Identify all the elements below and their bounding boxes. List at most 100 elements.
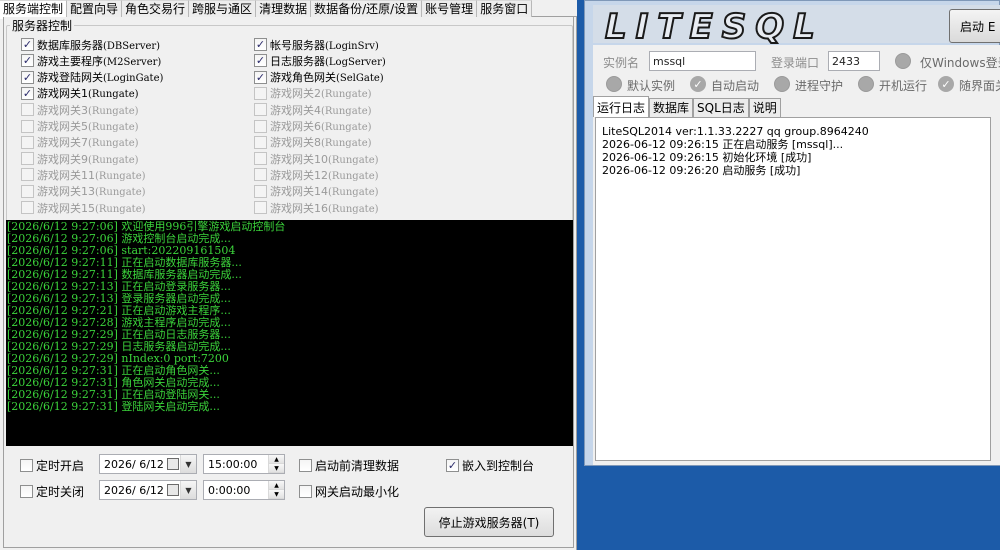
service-checkbox[interactable]: ✓ 日志服务器(LogServer) xyxy=(254,53,386,68)
checkbox-box[interactable] xyxy=(299,459,312,472)
service-checkbox[interactable]: ✓ 数据库服务器(DBServer) xyxy=(21,37,160,52)
tab-clear-data[interactable]: 清理数据 xyxy=(256,0,312,17)
service-process: (Rungate) xyxy=(88,89,139,101)
main-tab-bar: 服务端控制 配置向导 角色交易行 跨服与通区 清理数据 数据备份/还原/设置 账… xyxy=(0,0,577,19)
service-checkbox: 游戏网关3(Rungate) xyxy=(21,102,139,117)
checkbox-box[interactable]: ✓ xyxy=(254,54,267,68)
chevron-down-icon[interactable]: ▼ xyxy=(180,481,196,499)
time-spinner[interactable]: ▲ ▼ xyxy=(268,455,284,473)
checkbox-box xyxy=(21,168,34,182)
service-checkbox: 游戏网关5(Rungate) xyxy=(21,119,139,134)
service-process: (LogServer) xyxy=(325,56,386,68)
checkbox-box[interactable]: ✓ xyxy=(254,70,267,84)
checkbox-box xyxy=(21,152,34,166)
port-input[interactable]: 2433 xyxy=(828,51,880,71)
checkbox-box[interactable]: ✓ xyxy=(254,38,267,51)
checkbox-box[interactable]: ✓ xyxy=(21,38,34,51)
service-process: (Rungate) xyxy=(321,89,372,101)
checkbox-box[interactable] xyxy=(20,459,33,472)
checkbox-box[interactable]: ✓ xyxy=(21,86,34,100)
service-name: 游戏网关11 xyxy=(37,168,95,182)
game-console-window: 服务端控制 配置向导 角色交易行 跨服与通区 清理数据 数据备份/还原/设置 账… xyxy=(0,0,577,550)
service-name: 数据库服务器 xyxy=(37,38,103,52)
port-label: 登录端口 xyxy=(771,56,820,70)
boot-run-radio-icon[interactable] xyxy=(858,76,874,92)
service-checkbox: 游戏网关14(Rungate) xyxy=(254,184,379,199)
service-name: 游戏主要程序 xyxy=(37,54,103,68)
stop-time-input[interactable]: 0:00:00 ▲ ▼ xyxy=(203,480,285,500)
server-control-panel: 服务器控制 ✓ 数据库服务器(DBServer) ✓ 帐号服务器(LoginSrv) ✓… xyxy=(3,17,574,548)
litesql-tab-bar: 运行日志 数据库 SQL日志 说明 xyxy=(593,96,781,117)
log-line: 2026-06-12 09:26:15 正在启动服务 [mssql]... xyxy=(602,138,844,151)
tab-help[interactable]: 说明 xyxy=(748,98,781,117)
checkbox-box[interactable]: ✓ xyxy=(21,70,34,84)
service-name: 游戏网关7 xyxy=(37,136,88,150)
logo-banner: LITESQL 启动 E xyxy=(593,5,1000,48)
service-checkbox: 游戏网关8(Rungate) xyxy=(254,135,372,150)
start-date-picker[interactable]: 2026/ 6/12 ▼ xyxy=(99,454,197,474)
process-guard-radio-icon[interactable] xyxy=(774,76,790,92)
start-service-button[interactable]: 启动 E xyxy=(949,9,1000,43)
service-process: (DBServer) xyxy=(103,40,161,52)
service-name: 游戏网关12 xyxy=(270,168,328,182)
tab-account-manage[interactable]: 账号管理 xyxy=(422,0,478,17)
default-instance-radio-icon[interactable] xyxy=(606,76,622,92)
service-process: (Rungate) xyxy=(88,105,139,117)
service-name: 游戏角色网关 xyxy=(270,71,336,85)
service-label: 游戏主要程序(M2Server) xyxy=(37,53,161,69)
default-instance-label: 默认实例 xyxy=(627,79,676,93)
clear-before-start-checkbox[interactable]: 启动前清理数据 xyxy=(299,457,399,474)
checkbox-box xyxy=(254,135,267,149)
log-line: LiteSQL2014 ver:1.1.33.2227 qq group.896… xyxy=(602,125,869,138)
checkbox-box[interactable] xyxy=(20,485,33,498)
timed-start-checkbox[interactable]: 定时开启 xyxy=(20,457,84,474)
service-checkbox: 游戏网关11(Rungate) xyxy=(21,167,146,182)
service-process: (LoginGate) xyxy=(103,73,164,85)
gate-minimize-checkbox[interactable]: 网关启动最小化 xyxy=(299,483,399,500)
service-checkbox[interactable]: ✓ 帐号服务器(LoginSrv) xyxy=(254,37,379,52)
checkbox-box[interactable]: ✓ xyxy=(446,459,459,472)
tab-role-trade[interactable]: 角色交易行 xyxy=(122,0,190,17)
checkbox-box xyxy=(21,184,34,198)
instance-input[interactable]: mssql xyxy=(649,51,756,71)
stop-date-picker[interactable]: 2026/ 6/12 ▼ xyxy=(99,480,197,500)
console-line: [2026/6/12 9:27:31] 登陆网关启动完成... xyxy=(7,400,220,413)
service-label: 游戏网关7(Rungate) xyxy=(37,134,139,150)
service-checkbox[interactable]: ✓ 游戏主要程序(M2Server) xyxy=(21,53,161,68)
service-name: 日志服务器 xyxy=(270,54,325,68)
service-label: 游戏网关3(Rungate) xyxy=(37,102,139,118)
tab-service-window[interactable]: 服务窗口 xyxy=(477,0,533,17)
service-checkbox[interactable]: ✓ 游戏登陆网关(LoginGate) xyxy=(21,70,163,85)
checkbox-box[interactable]: ✓ xyxy=(21,54,34,68)
run-log-panel: LiteSQL2014 ver:1.1.33.2227 qq group.896… xyxy=(595,117,991,461)
service-process: (Rungate) xyxy=(328,170,379,182)
service-name: 游戏登陆网关 xyxy=(37,71,103,85)
tab-run-log[interactable]: 运行日志 xyxy=(593,96,650,117)
litesql-logo: LITESQL xyxy=(604,6,824,48)
checkbox-box[interactable] xyxy=(299,485,312,498)
time-spinner[interactable]: ▲ ▼ xyxy=(268,481,284,499)
embed-console-checkbox[interactable]: ✓ 嵌入到控制台 xyxy=(446,457,534,474)
service-label: 日志服务器(LogServer) xyxy=(270,53,386,69)
tab-cross-server[interactable]: 跨服与通区 xyxy=(189,0,257,17)
close-with-ui-label: 随界面关 xyxy=(959,79,1000,93)
service-checkbox: 游戏网关16(Rungate) xyxy=(254,200,379,215)
tab-sql-log[interactable]: SQL日志 xyxy=(693,98,749,117)
windows-login-radio-icon[interactable] xyxy=(895,53,911,69)
service-checkbox[interactable]: ✓ 游戏网关1(Rungate) xyxy=(21,86,139,101)
auto-start-check-icon[interactable]: ✓ xyxy=(690,76,706,92)
tab-backup-restore[interactable]: 数据备份/还原/设置 xyxy=(311,0,423,17)
tab-config-wizard[interactable]: 配置向导 xyxy=(67,0,123,17)
service-checkbox[interactable]: ✓ 游戏角色网关(SelGate) xyxy=(254,70,384,85)
chevron-down-icon[interactable]: ▼ xyxy=(180,455,196,473)
service-process: (M2Server) xyxy=(103,56,162,68)
close-with-ui-check-icon[interactable]: ✓ xyxy=(938,76,954,92)
service-name: 游戏网关5 xyxy=(37,120,88,133)
service-label: 游戏网关8(Rungate) xyxy=(270,134,372,150)
tab-database[interactable]: 数据库 xyxy=(649,98,694,117)
start-time-input[interactable]: 15:00:00 ▲ ▼ xyxy=(203,454,285,474)
stop-server-button[interactable]: 停止游戏服务器(T) xyxy=(424,507,554,537)
timed-stop-checkbox[interactable]: 定时关闭 xyxy=(20,483,84,500)
windows-login-label: 仅Windows登录 xyxy=(920,56,1000,70)
service-label: 游戏网关15(Rungate) xyxy=(37,200,146,216)
